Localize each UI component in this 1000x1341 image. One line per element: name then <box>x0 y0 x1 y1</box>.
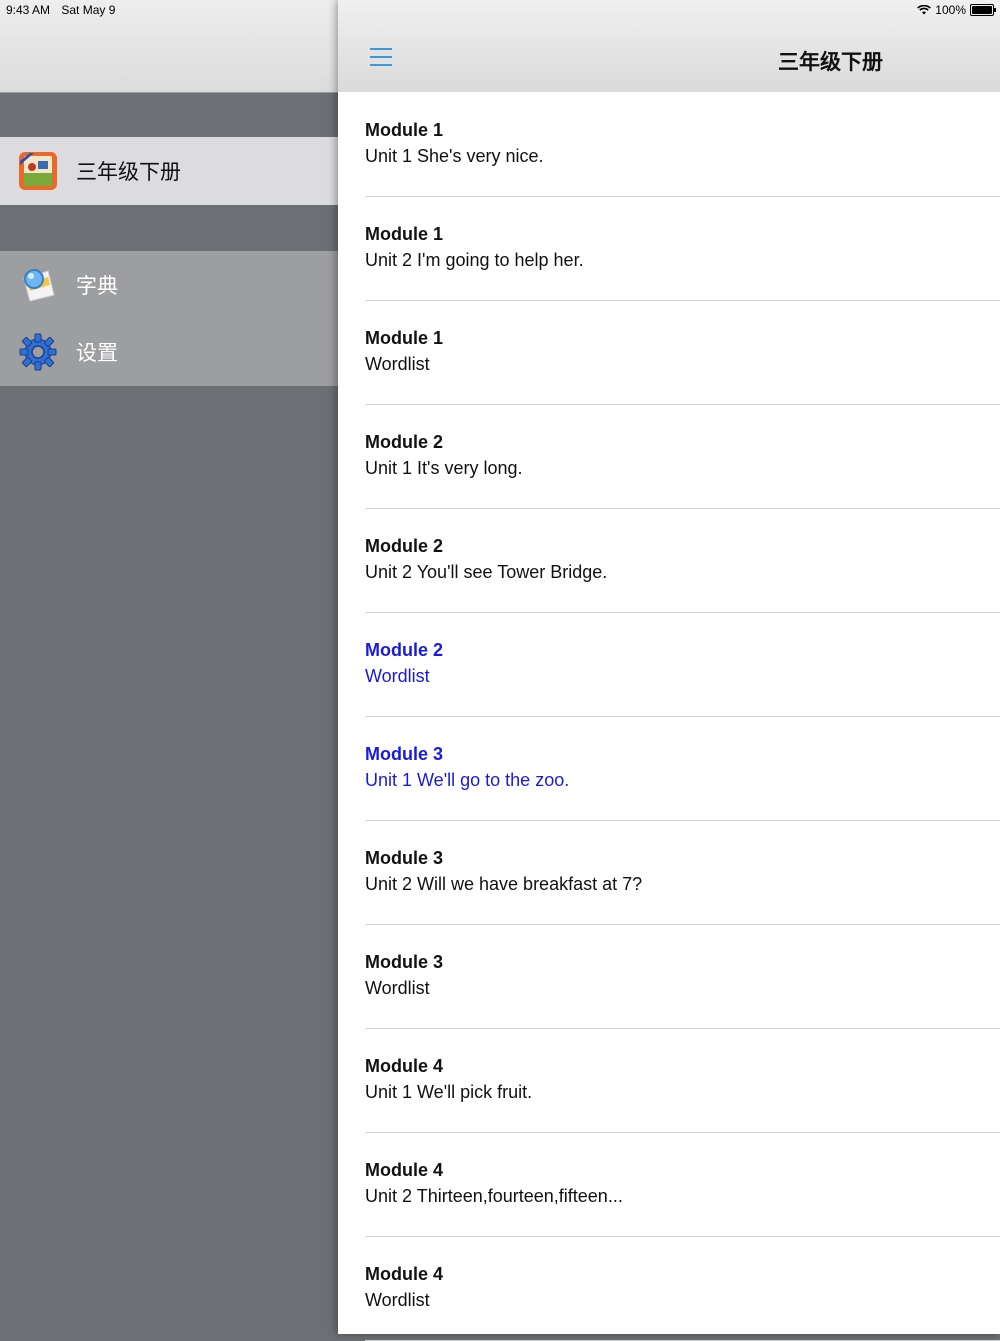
main-panel: 三年级下册 Module 1 Unit 1 She's very nice. Mod… <box>338 0 1000 1341</box>
lesson-module-title: Module 2 <box>365 432 444 452</box>
lesson-subtitle: Unit 1 We'll go to the zoo. <box>365 770 570 790</box>
list-item[interactable]: Module 1 Unit 1 She's very nice. <box>338 93 1000 197</box>
sidebar-item-book[interactable]: 三年级下册 <box>0 137 338 205</box>
battery-icon <box>970 4 996 16</box>
list-item[interactable]: Module 4 Unit 2 Thirteen,fourteen,fifteen… <box>338 1133 1000 1237</box>
list-item[interactable]: Module 3 Wordlist <box>338 925 1000 1029</box>
lesson-subtitle: Wordlist <box>365 666 430 686</box>
lesson-subtitle: Unit 1 We'll pick fruit. <box>365 1082 533 1102</box>
lesson-module-title: Module 2 <box>365 536 444 556</box>
lesson-subtitle: Unit 1 It's very long. <box>365 458 523 478</box>
book-cover-icon <box>18 151 58 191</box>
list-item[interactable]: Module 2 Unit 2 You'll see Tower Bridge. <box>338 509 1000 613</box>
status-bar: 9:43 AM Sat May 9 100% <box>0 0 1000 20</box>
list-item[interactable]: Module 4 Unit 1 We'll pick fruit. <box>338 1029 1000 1133</box>
lesson-subtitle: Unit 1 She's very nice. <box>365 146 544 166</box>
lesson-module-title: Module 4 <box>365 1264 444 1284</box>
list-item[interactable]: Module 3 Unit 1 We'll go to the zoo. <box>338 717 1000 821</box>
status-date: Sat May 9 <box>61 3 116 17</box>
lesson-module-title: Module 3 <box>365 952 444 972</box>
lesson-module-title: Module 3 <box>365 744 444 764</box>
lesson-module-title: Module 1 <box>365 224 444 244</box>
sidebar-item-dictionary[interactable]: 字典 <box>0 251 338 319</box>
sidebar-item-label: 设置 <box>76 342 118 365</box>
lesson-subtitle: Unit 2 I'm going to help her. <box>365 250 584 270</box>
battery-percent: 100% <box>935 3 966 17</box>
lesson-subtitle: Wordlist <box>365 354 430 374</box>
sidebar-item-settings[interactable]: 设置 <box>0 318 338 386</box>
lesson-module-title: Module 4 <box>365 1056 444 1076</box>
sidebar: 三年级下册 字典 设置 <box>0 0 338 1334</box>
status-time: 9:43 AM <box>6 3 51 17</box>
list-item[interactable]: Module 3 Unit 2 Will we have breakfast at… <box>338 821 1000 925</box>
list-item[interactable]: Module 2 Wordlist <box>338 613 1000 717</box>
lesson-subtitle: Unit 2 Thirteen,fourteen,fifteen... <box>365 1186 623 1206</box>
list-item[interactable]: Module 2 Unit 1 It's very long. <box>338 405 1000 509</box>
list-item[interactable]: Module 1 Wordlist <box>338 301 1000 405</box>
dictionary-icon <box>18 265 58 305</box>
page-title: 三年级下册 <box>778 51 883 74</box>
sidebar-item-label: 字典 <box>76 275 118 298</box>
hamburger-menu-icon[interactable] <box>370 48 392 66</box>
wifi-icon <box>917 5 932 15</box>
lesson-module-title: Module 4 <box>365 1160 444 1180</box>
lesson-subtitle: Unit 2 Will we have breakfast at 7? <box>365 874 643 894</box>
sidebar-item-label: 三年级下册 <box>76 161 181 184</box>
lesson-module-title: Module 1 <box>365 328 444 348</box>
lesson-subtitle: Wordlist <box>365 978 430 998</box>
list-item[interactable]: Module 1 Unit 2 I'm going to help her. <box>338 197 1000 301</box>
lesson-subtitle: Wordlist <box>365 1290 430 1310</box>
lesson-module-title: Module 2 <box>365 640 444 660</box>
lesson-subtitle: Unit 2 You'll see Tower Bridge. <box>365 562 608 582</box>
lesson-module-title: Module 1 <box>365 120 444 140</box>
lesson-list: Module 1 Unit 1 She's very nice. Module 1 U… <box>338 93 1000 1341</box>
list-item[interactable]: Module 4 Wordlist <box>338 1237 1000 1341</box>
gear-icon <box>18 332 58 372</box>
lesson-module-title: Module 3 <box>365 848 444 868</box>
